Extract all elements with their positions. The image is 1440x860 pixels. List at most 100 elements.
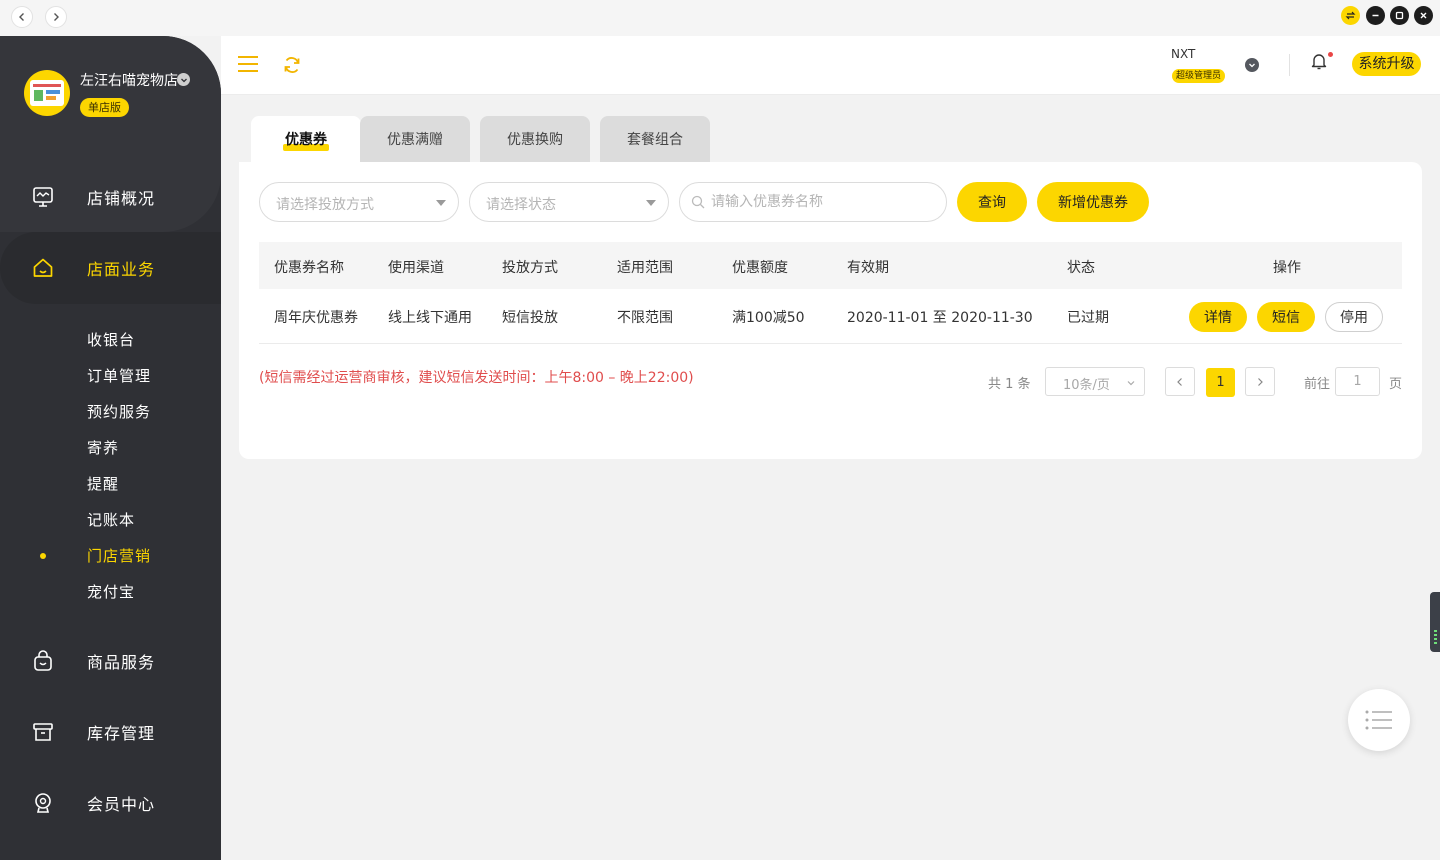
- menu-members[interactable]: 会员中心: [0, 778, 221, 828]
- swap-window-button[interactable]: [1341, 6, 1360, 25]
- store-switch-chevron-icon[interactable]: [177, 73, 190, 86]
- tab-label: 优惠券: [283, 129, 329, 151]
- column-header: 有效期: [847, 260, 889, 276]
- column-header: 投放方式: [502, 260, 558, 276]
- goto-label: 前往: [1304, 377, 1331, 392]
- page-suffix: 页: [1389, 377, 1403, 392]
- member-icon: [31, 791, 55, 815]
- box-icon: [31, 720, 55, 744]
- submenu-boarding[interactable]: 寄养: [87, 437, 119, 458]
- close-button[interactable]: [1414, 6, 1433, 25]
- menu-store-business[interactable]: 店面业务: [0, 243, 221, 293]
- user-name[interactable]: NXT: [1171, 47, 1195, 61]
- active-dot: [40, 553, 46, 559]
- refresh-icon[interactable]: [282, 55, 302, 75]
- top-bar: NXT 超级管理员 系统升级: [221, 36, 1440, 95]
- caret-down-icon: [436, 200, 446, 206]
- submenu-store-marketing[interactable]: 门店营销: [87, 545, 151, 566]
- search-icon: [691, 195, 705, 209]
- menu-label: 会员中心: [87, 795, 156, 814]
- chevron-left-icon: [1177, 377, 1182, 386]
- sms-notice: (短信需经过运营商审核，建议短信发送时间：上午8:00 – 晚上22:00): [259, 370, 694, 386]
- page-size-select[interactable]: 10条/页: [1045, 367, 1145, 396]
- chevron-left-icon: [19, 13, 24, 21]
- menu-label: 库存管理: [87, 724, 156, 743]
- submenu-pet-pay[interactable]: 宠付宝: [87, 581, 135, 602]
- cell-scope: 不限范围: [617, 310, 673, 326]
- method-select[interactable]: 请选择投放方式: [259, 182, 459, 222]
- cell-period: 2020-11-01 至 2020-11-30: [847, 310, 1033, 326]
- submenu-appointments[interactable]: 预约服务: [87, 401, 151, 422]
- coupon-panel: 请选择投放方式 请选择状态 查询 新增优惠券 优惠券名称 使用渠道 投放方式 适…: [239, 162, 1422, 459]
- column-header: 操作: [1273, 260, 1301, 276]
- back-button[interactable]: [11, 6, 33, 28]
- chevron-right-icon: [1258, 377, 1263, 386]
- store-name[interactable]: 左汪右喵宠物店: [80, 70, 178, 90]
- topbar-divider: [1289, 54, 1290, 76]
- tab-label: 优惠换购: [507, 132, 563, 148]
- page-size-value: 10条/页: [1063, 378, 1110, 393]
- store-logo-icon: [30, 80, 64, 106]
- submenu-orders[interactable]: 订单管理: [87, 365, 151, 386]
- method-select-placeholder: 请选择投放方式: [276, 197, 374, 213]
- menu-label: 店面业务: [87, 260, 156, 279]
- cell-status: 已过期: [1067, 310, 1109, 326]
- maximize-button[interactable]: [1390, 6, 1409, 25]
- tab-label: 套餐组合: [627, 132, 683, 148]
- search-input[interactable]: [711, 192, 931, 212]
- disable-button[interactable]: 停用: [1325, 302, 1383, 332]
- submenu-cashier[interactable]: 收银台: [87, 329, 135, 350]
- bell-icon[interactable]: [1311, 52, 1327, 70]
- page-number-current[interactable]: 1: [1206, 368, 1235, 397]
- detail-button[interactable]: 详情: [1189, 302, 1247, 332]
- tab-coupons[interactable]: 优惠券: [251, 116, 361, 162]
- menu-products[interactable]: 商品服务: [0, 636, 221, 686]
- status-select[interactable]: 请选择状态: [469, 182, 669, 222]
- caret-down-icon: [646, 200, 656, 206]
- minimize-button[interactable]: [1366, 6, 1385, 25]
- cell-channel: 线上线下通用: [388, 310, 472, 326]
- cell-amount: 满100减50: [732, 310, 805, 326]
- table-row: 周年庆优惠券 线上线下通用 短信投放 不限范围 满100减50 2020-11-…: [259, 289, 1402, 344]
- goto-page-input[interactable]: 1: [1335, 367, 1380, 396]
- sms-button[interactable]: 短信: [1257, 302, 1315, 332]
- menu-label: 商品服务: [87, 653, 156, 672]
- column-header: 优惠券名称: [274, 260, 344, 276]
- store-avatar[interactable]: [24, 70, 70, 116]
- minimize-icon: [1372, 14, 1379, 17]
- close-icon: [1420, 12, 1427, 19]
- bag-icon: [31, 649, 55, 673]
- menu-store-overview[interactable]: 店铺概况: [0, 172, 221, 222]
- column-header: 使用渠道: [388, 260, 444, 276]
- status-select-placeholder: 请选择状态: [486, 197, 556, 213]
- cell-method: 短信投放: [502, 310, 558, 326]
- query-button[interactable]: 查询: [957, 182, 1027, 222]
- menu-label: 店铺概况: [87, 189, 156, 208]
- submenu-reminders[interactable]: 提醒: [87, 473, 119, 494]
- user-menu-chevron-icon[interactable]: [1245, 58, 1259, 72]
- floating-menu-button[interactable]: [1348, 689, 1410, 751]
- tab-exchange[interactable]: 优惠换购: [480, 116, 590, 162]
- column-header: 优惠额度: [732, 260, 788, 276]
- home-icon: [31, 256, 55, 280]
- upgrade-button[interactable]: 系统升级: [1352, 52, 1421, 76]
- forward-button[interactable]: [45, 6, 67, 28]
- next-page-button[interactable]: [1245, 367, 1275, 396]
- side-widget-handle[interactable]: [1430, 592, 1440, 652]
- window-titlebar: [0, 0, 1440, 36]
- prev-page-button[interactable]: [1165, 367, 1195, 396]
- monitor-icon: [31, 185, 55, 209]
- submenu-ledger[interactable]: 记账本: [87, 509, 135, 530]
- user-role-badge: 超级管理员: [1172, 69, 1226, 83]
- cell-name: 周年庆优惠券: [274, 310, 358, 326]
- tab-package[interactable]: 套餐组合: [600, 116, 710, 162]
- tab-label: 优惠满赠: [387, 132, 443, 148]
- tab-full-gift[interactable]: 优惠满赠: [360, 116, 470, 162]
- menu-toggle-icon[interactable]: [237, 55, 259, 73]
- add-coupon-button[interactable]: 新增优惠券: [1037, 182, 1149, 222]
- table-header: 优惠券名称 使用渠道 投放方式 适用范围 优惠额度 有效期 状态 操作: [259, 242, 1402, 289]
- coupon-search-field[interactable]: [679, 182, 947, 222]
- swap-icon: [1345, 11, 1356, 20]
- sidebar: 左汪右喵宠物店 单店版 店铺概况 店面业务 收银台 订单管理 预约服务 寄养 提…: [0, 36, 221, 860]
- menu-inventory[interactable]: 库存管理: [0, 707, 221, 757]
